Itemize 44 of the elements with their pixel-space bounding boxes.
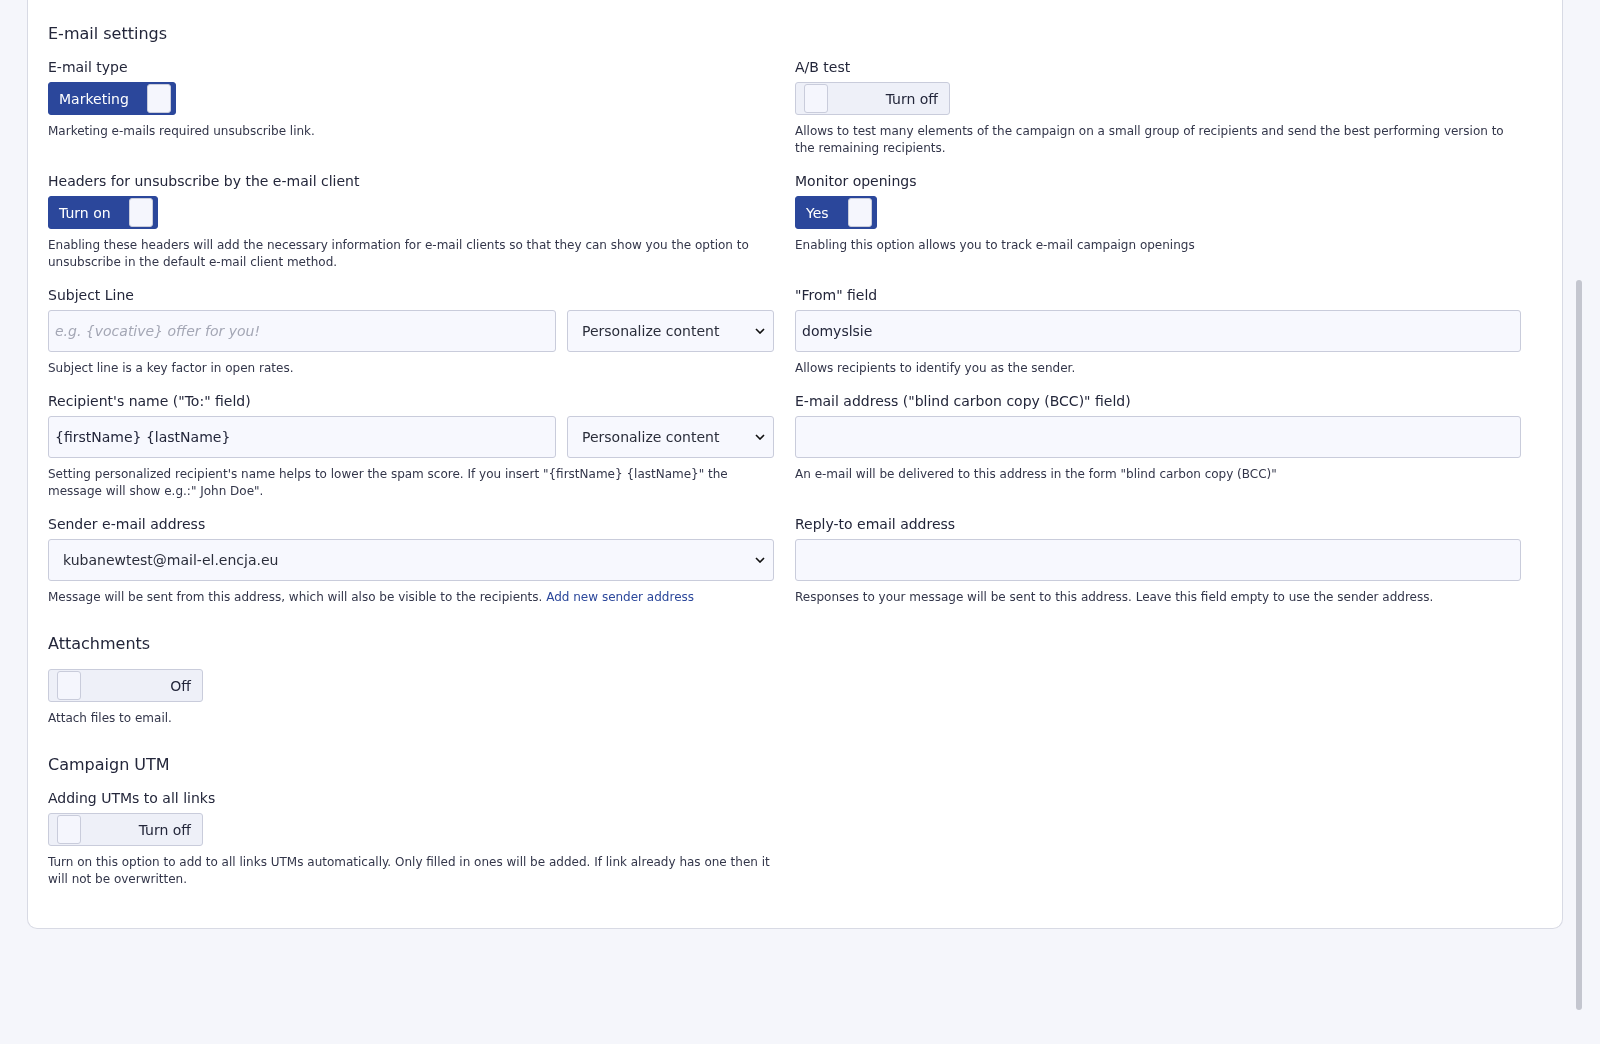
chevron-down-icon xyxy=(755,557,765,563)
help-text: Enabling these headers will add the necessary information for e-mail clients so that they can show you the option to unsubscribe in the default e-mail client method. xyxy=(48,237,750,271)
select-dropdown[interactable]: kubanewtest@mail-el.encja.eu xyxy=(48,539,774,581)
section-title: Attachments xyxy=(48,634,152,653)
field-label: Reply-to email address xyxy=(795,516,957,532)
help-text: Setting personalized recipient's name helps to lower the spam score. If you insert "{firstName} {lastName}" the message will show e.g.:" John Doe". xyxy=(48,466,729,500)
field-label: Recipient's name ("To:" field) xyxy=(48,393,252,409)
toggle-switch[interactable]: Off xyxy=(48,669,203,702)
toggle-switch[interactable]: Marketing xyxy=(48,82,176,115)
help-text: Responses to your message will be sent to this address. Leave this field empty to use the sender address. xyxy=(795,589,1435,606)
text-field[interactable]: domyslsie xyxy=(795,310,1521,352)
add-sender-link[interactable]: Add new sender address xyxy=(546,590,694,604)
field-label: Subject Line xyxy=(48,287,135,303)
help-text: Turn on this option to add to all links UTMs automatically. Only filled in ones will be added. If link already has one then it will not be overwritten. xyxy=(48,854,771,888)
section-title: Campaign UTM xyxy=(48,755,171,774)
field-label: Sender e-mail address xyxy=(48,516,207,532)
toggle-switch[interactable]: Turn on xyxy=(48,196,158,229)
help-text: Message will be sent from this address, which will also be visible to the recipients. Add new sender address xyxy=(48,589,695,606)
field-label: "From" field xyxy=(795,287,879,303)
help-text: Enabling this option allows you to track e-mail campaign openings xyxy=(795,237,1196,254)
help-text: Allows recipients to identify you as the sender. xyxy=(795,360,1077,377)
help-text: Marketing e-mails required unsubscribe link. xyxy=(48,123,316,140)
field-label: E-mail address ("blind carbon copy (BCC)" field) xyxy=(795,393,1132,409)
field-label: Headers for unsubscribe by the e-mail client xyxy=(48,173,361,189)
text-field[interactable]: e.g. {vocative} offer for you! xyxy=(48,310,556,352)
toggle-switch[interactable]: Turn off xyxy=(48,813,203,846)
help-text: An e-mail will be delivered to this address in the form "blind carbon copy (BCC)" xyxy=(795,466,1278,483)
help-text: Attach files to email. xyxy=(48,710,173,727)
field-label: E-mail type xyxy=(48,59,129,75)
toggle-switch[interactable]: Yes xyxy=(795,196,877,229)
text-field[interactable] xyxy=(795,416,1521,458)
chevron-down-icon xyxy=(755,328,765,334)
select-dropdown[interactable]: Personalize content xyxy=(567,416,774,458)
help-text: Subject line is a key factor in open rates. xyxy=(48,360,295,377)
field-label: Adding UTMs to all links xyxy=(48,790,217,806)
toggle-switch[interactable]: Turn off xyxy=(795,82,950,115)
section-title: E-mail settings xyxy=(48,24,169,43)
chevron-down-icon xyxy=(755,434,765,440)
help-text: Allows to test many elements of the campaign on a small group of recipients and send the best performing version to the remaining recipients. xyxy=(795,123,1505,157)
text-field[interactable] xyxy=(795,539,1521,581)
field-label: A/B test xyxy=(795,59,852,75)
select-dropdown[interactable]: Personalize content xyxy=(567,310,774,352)
text-field[interactable]: {firstName} {lastName} xyxy=(48,416,556,458)
field-label: Monitor openings xyxy=(795,173,918,189)
